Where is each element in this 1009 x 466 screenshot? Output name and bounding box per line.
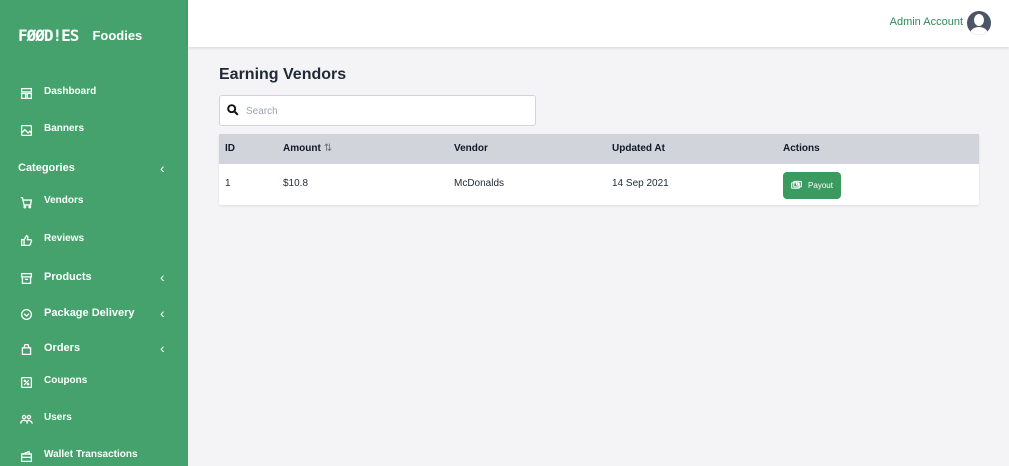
cell-updated-at: 14 Sep 2021 — [612, 178, 669, 189]
top-bar: Admin Account — [188, 0, 1009, 47]
sidebar-item-label: Coupons — [44, 375, 88, 386]
sidebar-item-products[interactable]: Products ‹ — [0, 267, 188, 289]
search-icon — [227, 104, 239, 116]
sidebar-item-label: Categories — [18, 162, 75, 174]
table-header: ID Amount ⇅ Vendor Updated At Actions — [219, 134, 979, 164]
brand-name: Foodies — [92, 27, 143, 43]
brand-logo: FØØD!ES — [18, 25, 79, 45]
page-title: Earning Vendors — [219, 66, 347, 83]
brand[interactable]: FØØD!ES Foodies — [0, 0, 188, 70]
sidebar-item-label: Orders — [44, 342, 81, 354]
column-header-id[interactable]: ID — [225, 143, 235, 154]
thumbs-up-icon — [18, 232, 34, 248]
sidebar-item-label: Reviews — [44, 233, 85, 244]
avatar-head — [974, 14, 984, 26]
sidebar-item-users[interactable]: Users — [0, 408, 188, 430]
package-icon — [18, 306, 34, 322]
sidebar-item-wallet-transactions[interactable]: Wallet Transactions — [0, 445, 188, 466]
account-label[interactable]: Admin Account — [890, 16, 963, 28]
avatar[interactable] — [967, 11, 991, 35]
sidebar-item-orders[interactable]: Orders ‹ — [0, 338, 188, 360]
cart-icon — [18, 194, 34, 210]
column-header-amount-label: Amount — [283, 143, 321, 154]
chevron-left-icon: ‹ — [160, 305, 165, 321]
cell-vendor: McDonalds — [454, 178, 505, 189]
wallet-icon — [18, 448, 34, 464]
sidebar-item-label: Vendors — [44, 195, 84, 206]
cell-amount: $10.8 — [283, 178, 309, 189]
cell-id: 1 — [225, 178, 231, 189]
sidebar-item-vendors[interactable]: Vendors — [0, 191, 188, 213]
bag-icon — [18, 341, 34, 357]
sidebar-item-banners[interactable]: Banners — [0, 119, 188, 141]
sidebar-item-coupons[interactable]: Coupons — [0, 371, 188, 393]
dashboard-icon — [18, 85, 34, 101]
sidebar-item-label: Dashboard — [44, 86, 97, 97]
sidebar-item-label: Banners — [44, 123, 85, 134]
sidebar-item-label: Users — [44, 412, 72, 423]
payout-button-label: Payout — [808, 181, 833, 190]
search-box[interactable] — [219, 95, 536, 126]
image-icon — [18, 122, 34, 138]
sidebar-item-categories[interactable]: Categories ‹ — [0, 158, 188, 180]
coupon-icon — [18, 374, 34, 390]
column-header-updated-at[interactable]: Updated At — [612, 143, 665, 154]
sort-icon[interactable]: ⇅ — [324, 143, 332, 154]
sidebar-item-label: Package Delivery — [44, 307, 135, 319]
sidebar: FØØD!ES Foodies Dashboard Banners Catego… — [0, 0, 188, 466]
sidebar-item-reviews[interactable]: Reviews — [0, 229, 188, 251]
chevron-left-icon: ‹ — [160, 269, 165, 285]
users-icon — [18, 411, 34, 427]
column-header-vendor[interactable]: Vendor — [454, 143, 488, 154]
column-header-amount[interactable]: Amount ⇅ — [283, 143, 332, 154]
money-icon — [791, 180, 802, 189]
sidebar-item-label: Wallet Transactions — [44, 449, 138, 460]
sidebar-item-package-delivery[interactable]: Package Delivery ‹ — [0, 303, 188, 325]
earning-vendors-table: ID Amount ⇅ Vendor Updated At Actions 1 $… — [219, 134, 979, 205]
column-header-actions: Actions — [783, 143, 820, 154]
search-input[interactable] — [246, 102, 526, 120]
chevron-left-icon: ‹ — [160, 340, 165, 356]
chevron-left-icon: ‹ — [160, 160, 165, 176]
sidebar-item-dashboard[interactable]: Dashboard — [0, 82, 188, 104]
sidebar-item-label: Products — [44, 271, 92, 283]
archive-icon — [18, 270, 34, 286]
avatar-body — [970, 27, 988, 35]
payout-button[interactable]: Payout — [783, 172, 841, 199]
